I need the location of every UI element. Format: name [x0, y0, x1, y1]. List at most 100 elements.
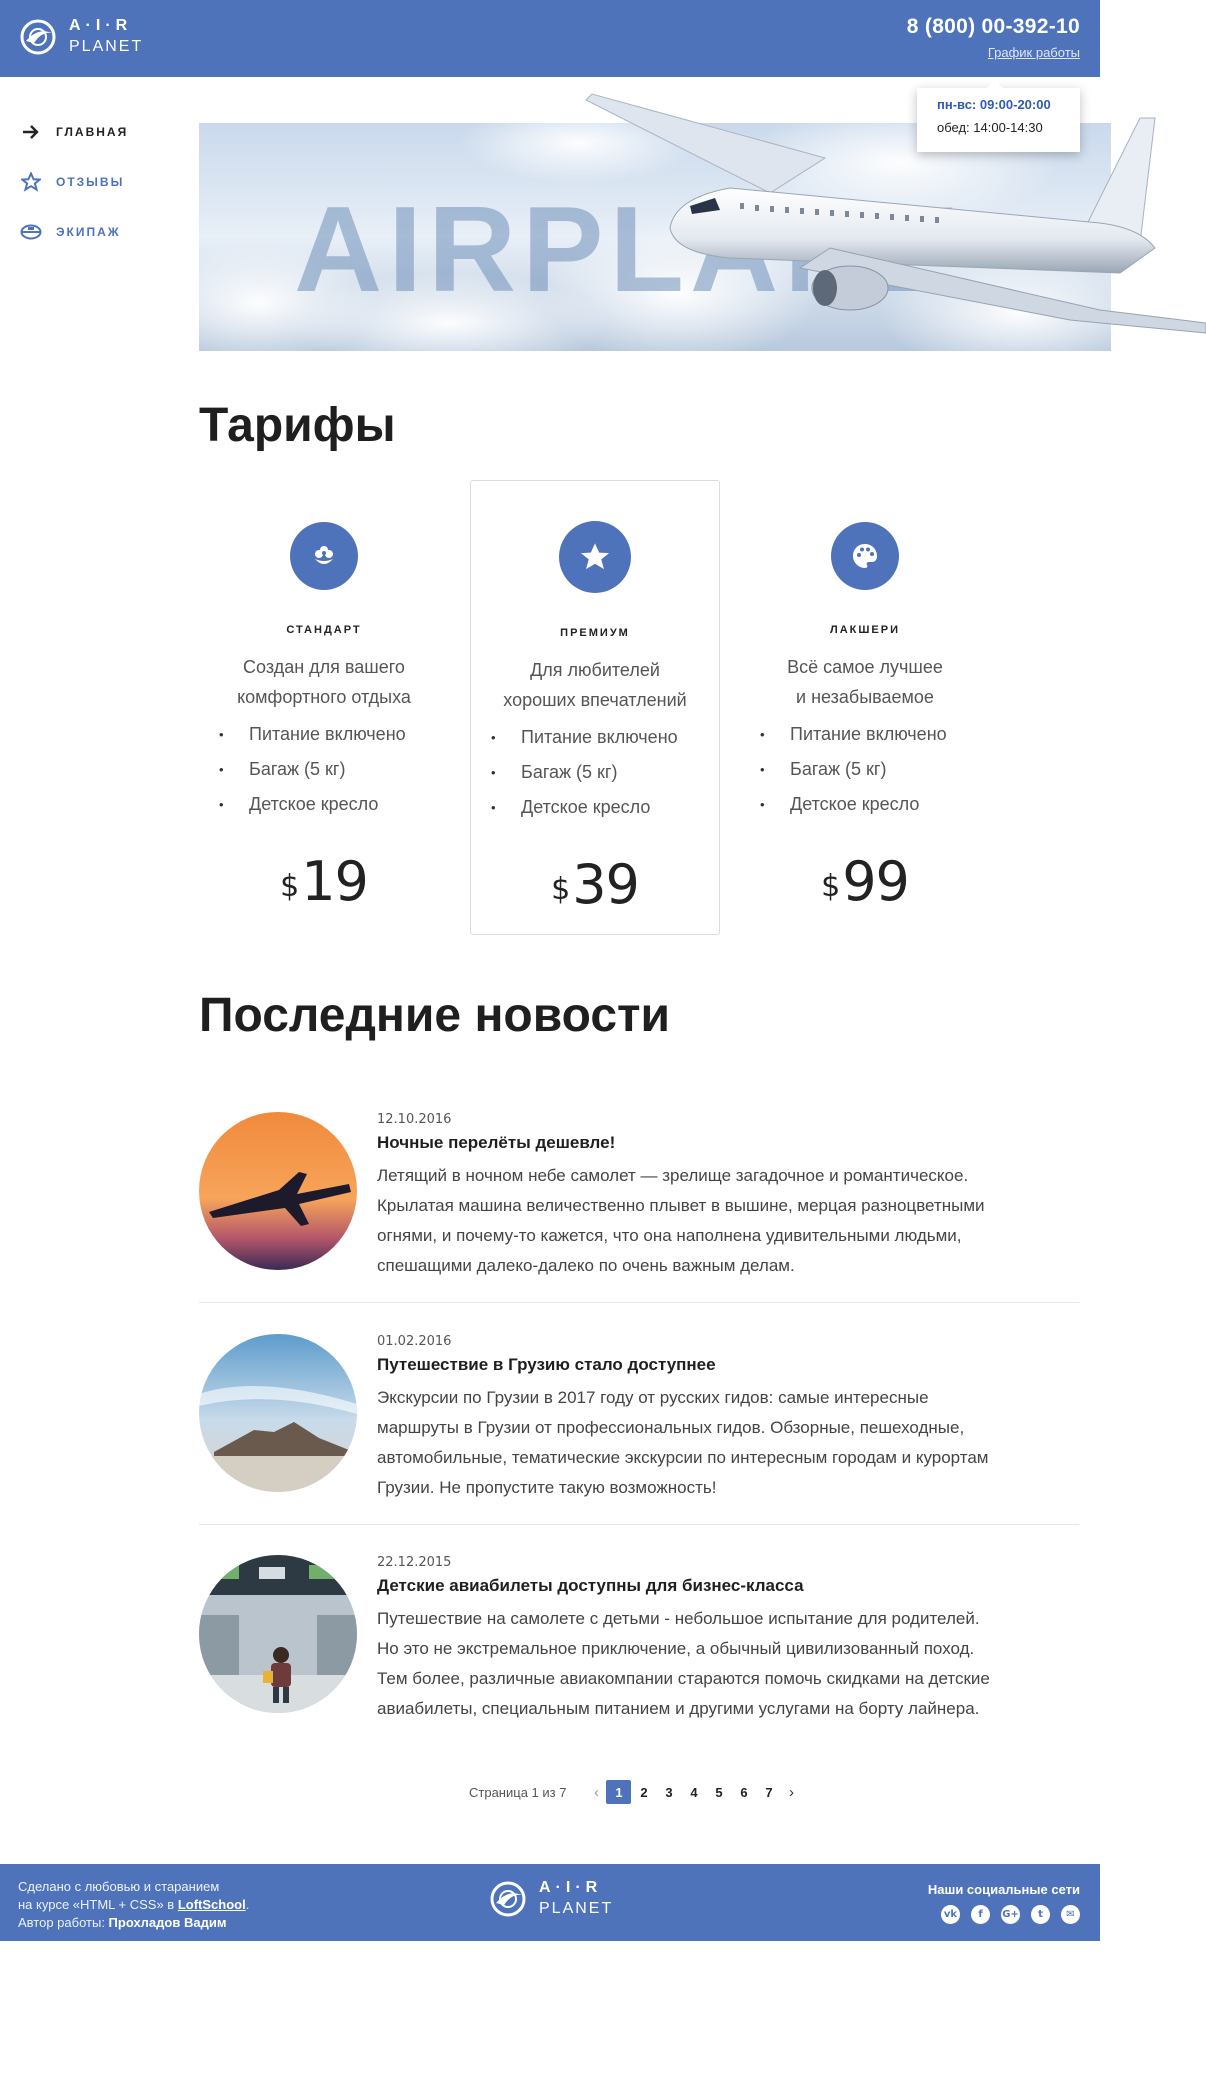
news-body: 01.02.2016 Путешествие в Грузию стало до… [377, 1334, 1077, 1503]
logo-wordmark: A·I·R PLANET [539, 1880, 613, 1917]
news-text-line: Путешествие на самолете с детьми - небол… [377, 1609, 980, 1628]
currency-symbol: $ [280, 869, 299, 904]
page-5[interactable]: 5 [706, 1780, 731, 1804]
tariff-desc-line: Всё самое лучшее [787, 657, 943, 677]
tariff-features: Питание включено Багаж (5 кг) Детское кр… [491, 720, 719, 825]
news-thumbnail-georgia[interactable] [199, 1334, 357, 1492]
news-title: Последние новости [199, 989, 671, 1042]
flower-icon [290, 522, 358, 590]
news-date: 22.12.2015 [377, 1555, 452, 1570]
loftschool-link[interactable]: LoftSchool [178, 1897, 246, 1912]
feature-item: Багаж (5 кг) [491, 755, 719, 790]
footer-credits: Сделано с любовью и старанием на курсе «… [18, 1878, 249, 1932]
news-text-line: Тем более, различные авиакомпании стараю… [377, 1669, 990, 1688]
airplane-image [585, 93, 1206, 334]
schedule-link[interactable]: График работы [988, 45, 1080, 60]
page-1[interactable]: 1 [606, 1780, 632, 1804]
phone-number[interactable]: 8 (800) 00-392-10 [907, 15, 1080, 39]
news-headline[interactable]: Детские авиабилеты доступны для бизнес-к… [377, 1576, 1077, 1596]
author-name: Прохладов Вадим [108, 1915, 227, 1930]
tariff-description: Создан для вашего комфортного отдыха [199, 652, 449, 712]
news-divider [199, 1524, 1079, 1525]
social-links: vk f G+ t ✉ [928, 1905, 1080, 1924]
news-headline[interactable]: Путешествие в Грузию стало доступнее [377, 1355, 1077, 1375]
news-divider [199, 1302, 1079, 1303]
price-value: 39 [572, 853, 640, 916]
vk-icon[interactable]: vk [941, 1905, 960, 1924]
tariff-desc-line: Для любителей [530, 660, 660, 680]
mail-icon[interactable]: ✉ [1061, 1905, 1080, 1924]
news-text-line: Летящий в ночном небе самолет — зрелище … [377, 1166, 969, 1185]
news-item: 22.12.2015 Детские авиабилеты доступны д… [199, 1555, 1079, 1718]
tariff-desc-line: и незабываемое [796, 687, 934, 707]
tariff-desc-line: комфортного отдыха [237, 687, 411, 707]
tariff-description: Всё самое лучшее и незабываемое [740, 652, 990, 712]
news-item: 01.02.2016 Путешествие в Грузию стало до… [199, 1334, 1079, 1525]
feature-item: Питание включено [219, 717, 449, 752]
nav-item-crew[interactable]: ЭКИПАЖ [20, 220, 128, 244]
nav-item-home[interactable]: ГЛАВНАЯ [20, 120, 128, 144]
news-date: 12.10.2016 [377, 1112, 452, 1127]
credits-text: . [245, 1897, 250, 1912]
side-navigation: ГЛАВНАЯ ОТЗЫВЫ ЭКИПАЖ [20, 120, 128, 270]
tariffs-title: Тарифы [199, 399, 396, 452]
arrow-right-icon [20, 121, 42, 143]
page-3[interactable]: 3 [656, 1780, 681, 1804]
news-text-line: Крылатая машина величественно плывет в в… [377, 1196, 985, 1215]
feature-item: Питание включено [491, 720, 719, 755]
tariff-name: ЛАКШЕРИ [829, 624, 900, 636]
google-plus-icon[interactable]: G+ [1001, 1905, 1020, 1924]
social-block: Наши социальные сети vk f G+ t ✉ [928, 1882, 1080, 1924]
feature-item: Питание включено [760, 717, 990, 752]
tariff-features: Питание включено Багаж (5 кг) Детское кр… [219, 717, 449, 822]
tariff-price: $19 [199, 850, 449, 913]
tariff-card-premium[interactable]: ПРЕМИУМ Для любителей хороших впечатлени… [470, 480, 720, 935]
site-header: A·I·R PLANET 8 (800) 00-392-10 График ра… [0, 0, 1100, 77]
footer-logo[interactable]: A·I·R PLANET [490, 1880, 613, 1917]
logo-line2: PLANET [69, 38, 144, 55]
logo-line1: A·I·R [69, 17, 133, 34]
pagination: Страница 1 из 7 ‹ 1 2 3 4 5 6 7 › [469, 1780, 801, 1804]
tariff-price: $99 [740, 850, 990, 913]
credits-line1: Сделано с любовью и старанием [18, 1879, 220, 1894]
credits-text: Автор работы: [18, 1915, 109, 1930]
tooltip-lunch: обед: 14:00-14:30 [937, 120, 1043, 135]
nav-item-reviews[interactable]: ОТЗЫВЫ [20, 170, 128, 194]
page-2[interactable]: 2 [631, 1780, 656, 1804]
price-value: 99 [842, 850, 910, 913]
pagination-label: Страница 1 из 7 [469, 1784, 567, 1800]
tariff-name: СТАНДАРТ [286, 624, 362, 636]
site-footer: Сделано с любовью и старанием на курсе «… [0, 1864, 1100, 1941]
news-text-line: авиабилеты, специальным питанием и други… [377, 1699, 980, 1718]
page-7[interactable]: 7 [756, 1780, 781, 1804]
tariff-card-standard[interactable]: СТАНДАРТ Создан для вашего комфортного о… [199, 480, 449, 935]
facebook-icon[interactable]: f [971, 1905, 990, 1924]
news-thumbnail-children-tickets[interactable] [199, 1555, 357, 1713]
next-page-button[interactable]: › [781, 1784, 801, 1801]
news-text-line: маршруты в Грузии от профессиональных ги… [377, 1418, 965, 1437]
twitter-icon[interactable]: t [1031, 1905, 1050, 1924]
star-icon [559, 521, 631, 593]
page-6[interactable]: 6 [731, 1780, 756, 1804]
news-date: 01.02.2016 [377, 1334, 452, 1349]
news-headline[interactable]: Ночные перелёты дешевле! [377, 1133, 1077, 1153]
header-logo[interactable]: A·I·R PLANET [20, 18, 143, 55]
prev-page-button[interactable]: ‹ [586, 1784, 606, 1801]
nav-label: ГЛАВНАЯ [56, 125, 129, 139]
tariff-card-luxury[interactable]: ЛАКШЕРИ Всё самое лучшее и незабываемое … [740, 480, 990, 935]
news-text-line: Грузии. Не пропустите такую возможность! [377, 1478, 717, 1497]
schedule-tooltip: пн-вс: 09:00-20:00 обед: 14:00-14:30 [917, 80, 1080, 152]
tariff-desc-line: хороших впечатлений [503, 690, 687, 710]
news-excerpt: Экскурсии по Грузии в 2017 году от русск… [377, 1383, 1077, 1503]
news-body: 12.10.2016 Ночные перелёты дешевле! Летя… [377, 1112, 1077, 1281]
page-4[interactable]: 4 [681, 1780, 706, 1804]
contact-block: 8 (800) 00-392-10 График работы [907, 15, 1080, 62]
news-text-line: спешащими далеко-далеко по очень важным … [377, 1256, 795, 1275]
feature-item: Детское кресло [491, 790, 719, 825]
nav-label: ОТЗЫВЫ [56, 175, 125, 189]
tariff-price: $39 [471, 853, 719, 916]
tooltip-hours: пн-вс: 09:00-20:00 [937, 97, 1051, 112]
crew-hat-icon [20, 221, 42, 243]
news-thumbnail-night-flight[interactable] [199, 1112, 357, 1270]
news-text-line: огнями, и почему-то кажется, что она нап… [377, 1226, 962, 1245]
